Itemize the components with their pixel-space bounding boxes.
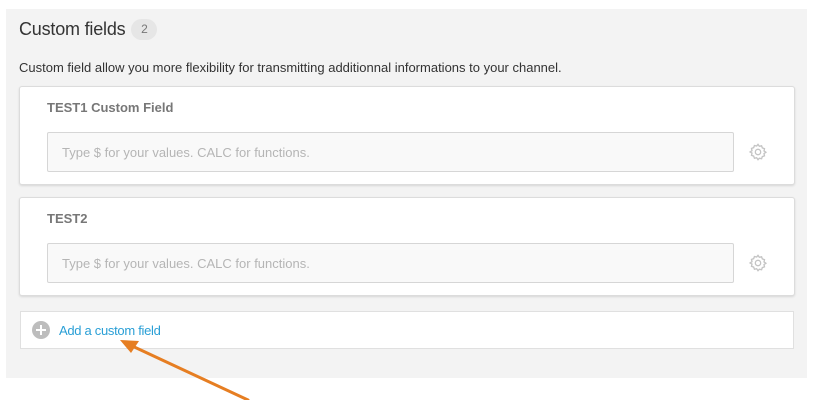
gear-icon[interactable] [748, 142, 768, 162]
custom-field-card: TEST2 [19, 197, 795, 296]
count-badge: 2 [131, 19, 158, 40]
custom-field-label: TEST1 Custom Field [47, 100, 174, 115]
gear-icon[interactable] [748, 253, 768, 273]
custom-field-value-input[interactable] [47, 243, 734, 283]
custom-field-value-input[interactable] [47, 132, 734, 172]
section-header: Custom fields 2 [19, 19, 158, 40]
custom-field-card: TEST1 Custom Field [19, 86, 795, 185]
section-description: Custom field allow you more flexibility … [19, 60, 562, 75]
custom-field-label: TEST2 [47, 211, 88, 226]
plus-circle-icon [32, 321, 50, 339]
section-title: Custom fields [19, 19, 126, 39]
arrow-icon [120, 340, 250, 400]
